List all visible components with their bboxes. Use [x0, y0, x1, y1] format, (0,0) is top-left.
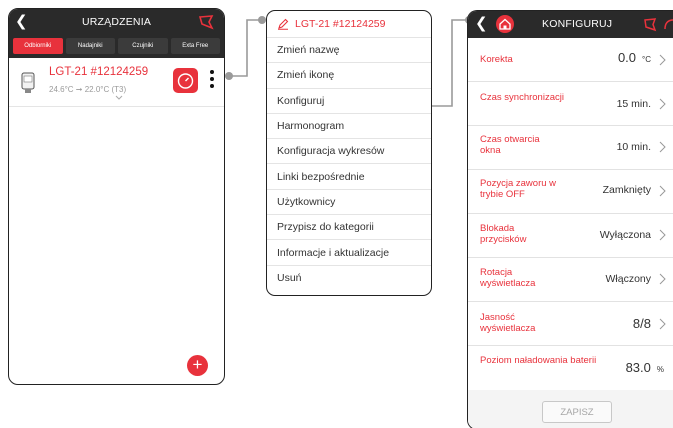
devices-header: ❮ URZĄDZENIA	[9, 9, 224, 36]
chevron-right-icon[interactable]	[659, 141, 666, 153]
configure-screen: ❮ KONFIGURUJ Korekta 0.0 °C Czas synchro…	[467, 10, 673, 428]
save-button[interactable]: ZAPISZ	[542, 401, 612, 423]
back-arrow-icon[interactable]: ❮	[475, 16, 488, 32]
screen-stage: ❮ URZĄDZENIA Odbiorniki Nadajniki Czujni…	[0, 0, 673, 428]
config-row-poziom-baterii: Poziom naładowania baterii 83.0%	[468, 346, 673, 390]
menu-item-konfiguracja-wykresow[interactable]: Konfiguracja wykresów	[267, 139, 431, 165]
config-value: 10 min.	[616, 141, 651, 153]
device-menu-screen: LGT-21 #12124259 Zmień nazwę Zmień ikonę…	[266, 10, 432, 296]
config-row-blokada-przyciskow[interactable]: Blokada przycisków Wyłączona	[468, 214, 673, 258]
devices-title: URZĄDZENIA	[81, 16, 152, 28]
menu-item-harmonogram[interactable]: Harmonogram	[267, 114, 431, 140]
pencil-icon	[278, 18, 289, 30]
menu-item-zmien-ikone[interactable]: Zmień ikonę	[267, 63, 431, 89]
config-value: 83.0%	[625, 360, 664, 375]
config-label: Czas otwarcia okna	[480, 134, 540, 156]
chevron-right-icon[interactable]	[659, 229, 666, 241]
config-row-czas-otwarcia-okna[interactable]: Czas otwarcia okna 10 min.	[468, 126, 673, 170]
config-label: Blokada przycisków	[480, 223, 527, 245]
menu-header[interactable]: LGT-21 #12124259	[267, 11, 431, 38]
menu-item-informacje-i-aktualizacje[interactable]: Informacje i aktualizacje	[267, 240, 431, 266]
config-label: Pozycja zaworu w trybie OFF	[480, 178, 557, 200]
config-label: Rotacja wyświetlacza	[480, 267, 536, 289]
thermostat-icon	[21, 72, 35, 93]
save-area: ZAPISZ	[468, 395, 673, 428]
configure-header: ❮ KONFIGURUJ	[468, 11, 673, 38]
home-icon	[499, 18, 511, 30]
chevron-right-icon[interactable]	[659, 318, 666, 330]
config-value: 8/8	[632, 316, 651, 331]
chevron-right-icon[interactable]	[659, 98, 666, 110]
tab-exta-free[interactable]: Exta Free	[170, 38, 220, 54]
add-device-button[interactable]: +	[187, 355, 208, 376]
menu-header-title: LGT-21 #12124259	[295, 18, 386, 30]
device-temperature: 24.6°C ➞ 22.0°C (T3)	[49, 85, 127, 94]
device-type-tabs: Odbiorniki Nadajniki Czujniki Exta Free	[9, 36, 224, 58]
config-value: 15 min.	[616, 98, 651, 110]
config-label: Jasność wyświetlacza	[480, 312, 536, 334]
chevron-right-icon[interactable]	[659, 273, 666, 285]
device-name: LGT-21 #12124259	[49, 66, 149, 78]
cloud-icon	[664, 19, 673, 30]
menu-item-linki-bezposrednie[interactable]: Linki bezpośrednie	[267, 164, 431, 190]
device-card[interactable]: LGT-21 #12124259 24.6°C ➞ 22.0°C (T3)	[9, 58, 224, 107]
config-row-rotacja-wyswietlacza[interactable]: Rotacja wyświetlacza Włączony	[468, 258, 673, 302]
config-label: Korekta	[480, 54, 513, 65]
chevron-right-icon[interactable]	[659, 54, 666, 66]
menu-item-zmien-nazwe[interactable]: Zmień nazwę	[267, 38, 431, 64]
timer-button[interactable]	[173, 68, 198, 93]
menu-item-uzytkownicy[interactable]: Użytkownicy	[267, 190, 431, 216]
tab-czujniki[interactable]: Czujniki	[118, 38, 168, 54]
devices-screen: ❮ URZĄDZENIA Odbiorniki Nadajniki Czujni…	[8, 8, 225, 385]
menu-item-przypisz-do-kategorii[interactable]: Przypisz do kategorii	[267, 215, 431, 241]
clock-icon	[177, 73, 194, 89]
configure-title: KONFIGURUJ	[542, 18, 613, 30]
config-row-pozycja-zaworu[interactable]: Pozycja zaworu w trybie OFF Zamknięty	[468, 170, 673, 214]
brand-logo-icon	[644, 18, 657, 32]
config-label: Poziom naładowania baterii	[480, 355, 597, 366]
config-row-czas-synchronizacji[interactable]: Czas synchronizacji 15 min.	[468, 82, 673, 126]
menu-item-usun[interactable]: Usuń	[267, 266, 431, 291]
chevron-right-icon[interactable]	[659, 185, 666, 197]
more-options-icon[interactable]	[209, 70, 215, 92]
menu-item-konfiguruj[interactable]: Konfiguruj	[267, 89, 431, 114]
tab-nadajniki[interactable]: Nadajniki	[65, 38, 115, 54]
brand-logo-icon	[198, 15, 214, 30]
config-value: Wyłączona	[599, 229, 651, 241]
config-row-jasnosc-wyswietlacza[interactable]: Jasność wyświetlacza 8/8	[468, 302, 673, 346]
config-value: 0.0 °C	[617, 50, 651, 65]
tab-odbiorniki[interactable]: Odbiorniki	[13, 38, 63, 54]
config-label: Czas synchronizacji	[480, 92, 564, 103]
config-value: Zamknięty	[602, 184, 651, 196]
home-button[interactable]	[496, 15, 514, 33]
config-value: Włączony	[605, 273, 651, 285]
chevron-down-icon[interactable]	[115, 95, 123, 101]
config-row-korekta[interactable]: Korekta 0.0 °C	[468, 38, 673, 82]
